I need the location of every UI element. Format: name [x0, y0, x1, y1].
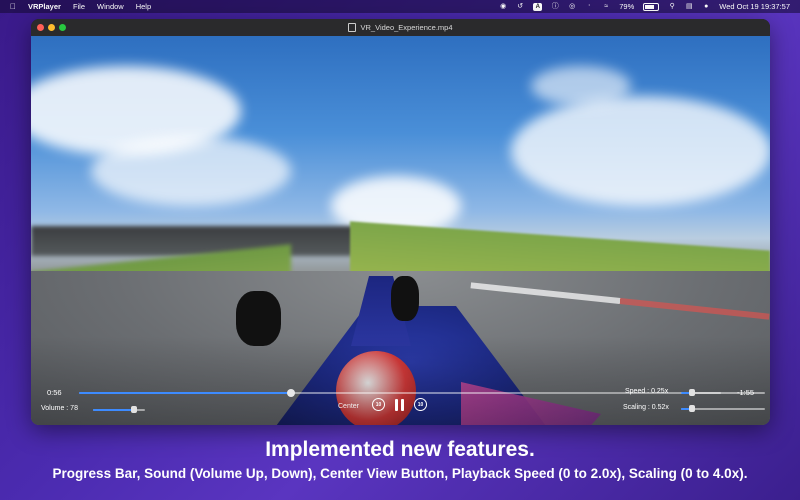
battery-percent: 79% [619, 2, 635, 11]
volume-slider[interactable] [93, 406, 145, 413]
document-icon [348, 23, 357, 32]
wifi-icon[interactable]: ≈ [602, 3, 610, 11]
car-wheel-right [391, 276, 419, 321]
siri-icon[interactable]: ● [702, 3, 710, 11]
menu-window[interactable]: Window [97, 2, 124, 11]
center-view-button[interactable]: Center [338, 403, 359, 410]
window-titlebar[interactable]: VR_Video_Experience.mp4 [31, 19, 770, 36]
menu-help[interactable]: Help [136, 2, 151, 11]
cloud-shape [511, 96, 770, 206]
caption-subtitle: Progress Bar, Sound (Volume Up, Down), C… [52, 466, 748, 481]
cloud-shape [91, 136, 291, 206]
skip-back-label: 10 [375, 401, 382, 408]
progress-fill [79, 392, 291, 394]
skip-forward-label: 10 [417, 401, 424, 408]
player-window: VR_Video_Experience.mp4 0:56 -1:55 Volum… [31, 19, 770, 425]
battery-icon[interactable] [643, 2, 660, 11]
text-a-icon[interactable]: A [533, 2, 543, 11]
controls-shade [31, 336, 770, 425]
scaling-label: Scaling : 0.52x [623, 404, 669, 411]
grandstand-shape [31, 226, 361, 256]
app-menu[interactable]: VRPlayer [28, 2, 61, 11]
playback-controls: 10 10 [372, 398, 427, 411]
pause-icon[interactable] [395, 398, 404, 411]
menu-bar:  VRPlayer File Window Help ◉ ↺ A ⓘ ◎ ᛫ … [0, 0, 800, 13]
apple-menu-icon[interactable]:  [10, 2, 16, 11]
skip-forward-icon[interactable]: 10 [414, 398, 427, 411]
skip-back-icon[interactable]: 10 [372, 398, 385, 411]
caption-title: Implemented new features. [265, 438, 535, 461]
zoom-window-button[interactable] [59, 24, 66, 31]
volume-fill [93, 409, 134, 411]
close-window-button[interactable] [37, 24, 44, 31]
control-center-icon[interactable]: ▤ [685, 3, 693, 11]
window-controls [37, 24, 66, 31]
airplay-icon[interactable]: ◎ [568, 3, 576, 11]
history-icon[interactable]: ↺ [516, 3, 524, 11]
scaling-slider[interactable] [681, 405, 765, 412]
search-icon[interactable]: ⚲ [668, 3, 676, 11]
elapsed-time: 0:56 [47, 388, 62, 397]
speed-slider[interactable] [681, 389, 765, 396]
volume-handle[interactable] [130, 406, 137, 413]
speed-label: Speed : 0.25x [625, 388, 669, 395]
progress-handle[interactable] [286, 389, 295, 397]
scaling-handle[interactable] [688, 405, 695, 412]
speed-handle[interactable] [688, 389, 695, 396]
menu-file[interactable]: File [73, 2, 85, 11]
minimize-window-button[interactable] [48, 24, 55, 31]
volume-label: Volume : 78 [41, 405, 78, 412]
record-icon[interactable]: ◉ [499, 3, 507, 11]
info-icon[interactable]: ⓘ [551, 3, 559, 11]
video-view[interactable]: 0:56 -1:55 Volume : 78 Center 10 10 Spee… [31, 36, 770, 425]
bluetooth-icon[interactable]: ᛫ [585, 3, 593, 11]
menu-datetime[interactable]: Wed Oct 19 19:37:57 [719, 2, 790, 11]
cloud-shape [531, 66, 631, 106]
window-title: VR_Video_Experience.mp4 [360, 23, 453, 32]
